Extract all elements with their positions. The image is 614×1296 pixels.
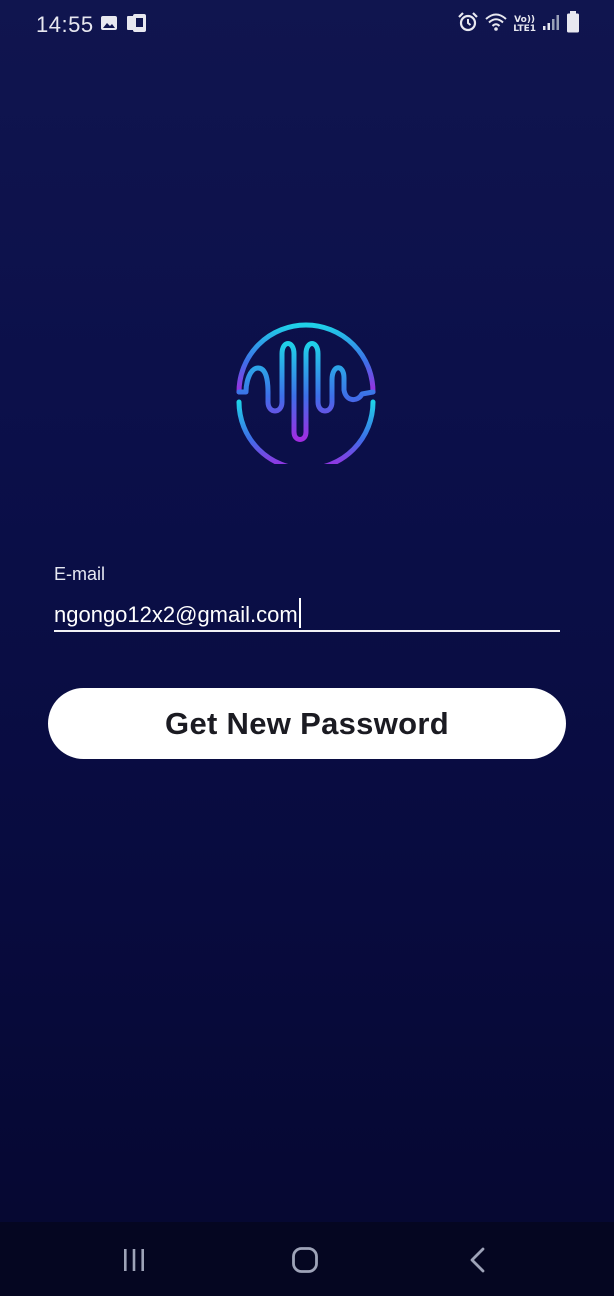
text-cursor — [298, 598, 301, 628]
battery-icon — [566, 11, 580, 38]
home-button[interactable] — [285, 1242, 325, 1278]
app-logo — [234, 320, 378, 472]
status-time: 14:55 — [36, 12, 94, 37]
sim-card-icon — [126, 13, 148, 38]
signal-icon — [542, 13, 560, 36]
status-left-icons — [100, 13, 148, 38]
wifi-icon — [485, 12, 507, 37]
recent-apps-button[interactable] — [114, 1242, 154, 1278]
alarm-icon — [457, 11, 479, 38]
status-bar: 14:55 Vo)) LTE1 — [0, 0, 614, 48]
email-label: E-mail — [54, 564, 106, 584]
image-icon — [100, 14, 118, 37]
back-icon — [470, 1247, 485, 1273]
recent-apps-icon — [124, 1249, 144, 1271]
lte-label: LTE1 — [513, 23, 536, 34]
sound-wave-logo-icon — [236, 322, 376, 472]
back-button[interactable] — [458, 1242, 498, 1278]
home-icon — [292, 1247, 318, 1273]
system-navigation-bar — [0, 1222, 614, 1296]
status-right-icons: Vo)) LTE1 — [457, 11, 580, 38]
volte-icon: Vo)) LTE1 — [513, 15, 536, 34]
email-value-wrapper: ngongo12x2@gmail.com — [54, 598, 301, 628]
email-value: ngongo12x2@gmail.com — [54, 602, 298, 627]
get-new-password-button[interactable]: Get New Password — [48, 688, 566, 759]
email-input[interactable]: ngongo12x2@gmail.com — [54, 592, 560, 632]
